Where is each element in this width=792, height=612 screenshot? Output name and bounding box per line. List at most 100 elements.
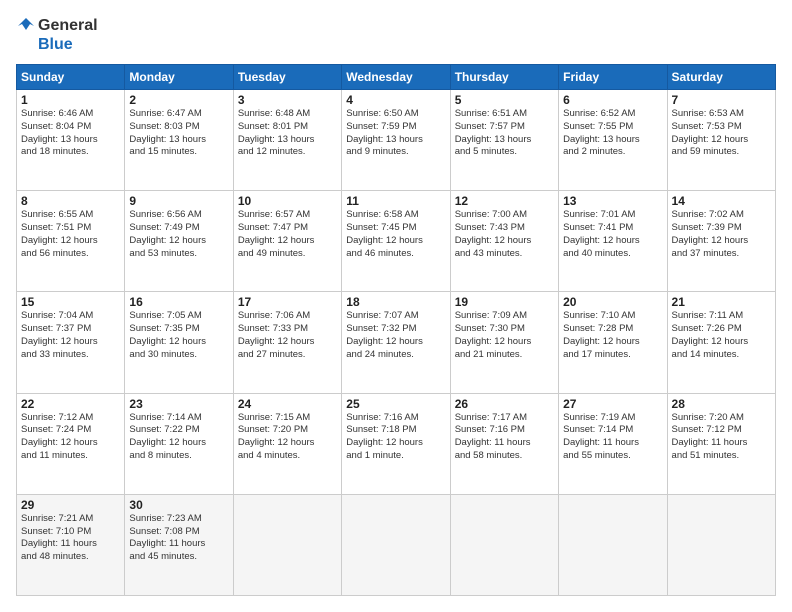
calendar-week-3: 15Sunrise: 7:04 AMSunset: 7:37 PMDayligh…	[17, 292, 776, 393]
day-info: Sunrise: 7:20 AMSunset: 7:12 PMDaylight:…	[672, 412, 771, 463]
table-row: 2Sunrise: 6:47 AMSunset: 8:03 PMDaylight…	[125, 90, 233, 191]
table-row: 1Sunrise: 6:46 AMSunset: 8:04 PMDaylight…	[17, 90, 125, 191]
day-number: 22	[21, 397, 120, 411]
table-row: 21Sunrise: 7:11 AMSunset: 7:26 PMDayligh…	[667, 292, 775, 393]
day-info: Sunrise: 6:52 AMSunset: 7:55 PMDaylight:…	[563, 108, 662, 159]
day-number: 29	[21, 498, 120, 512]
day-number: 20	[563, 295, 662, 309]
table-row: 6Sunrise: 6:52 AMSunset: 7:55 PMDaylight…	[559, 90, 667, 191]
day-info: Sunrise: 7:16 AMSunset: 7:18 PMDaylight:…	[346, 412, 445, 463]
table-row: 8Sunrise: 6:55 AMSunset: 7:51 PMDaylight…	[17, 191, 125, 292]
day-number: 16	[129, 295, 228, 309]
table-row: 10Sunrise: 6:57 AMSunset: 7:47 PMDayligh…	[233, 191, 341, 292]
day-info: Sunrise: 7:02 AMSunset: 7:39 PMDaylight:…	[672, 209, 771, 260]
table-row: 26Sunrise: 7:17 AMSunset: 7:16 PMDayligh…	[450, 393, 558, 494]
day-info: Sunrise: 7:21 AMSunset: 7:10 PMDaylight:…	[21, 513, 120, 564]
day-info: Sunrise: 7:15 AMSunset: 7:20 PMDaylight:…	[238, 412, 337, 463]
header-saturday: Saturday	[667, 65, 775, 90]
day-number: 4	[346, 93, 445, 107]
day-number: 17	[238, 295, 337, 309]
header-wednesday: Wednesday	[342, 65, 450, 90]
table-row: 19Sunrise: 7:09 AMSunset: 7:30 PMDayligh…	[450, 292, 558, 393]
day-info: Sunrise: 6:50 AMSunset: 7:59 PMDaylight:…	[346, 108, 445, 159]
day-number: 18	[346, 295, 445, 309]
header-thursday: Thursday	[450, 65, 558, 90]
day-number: 23	[129, 397, 228, 411]
table-row: 17Sunrise: 7:06 AMSunset: 7:33 PMDayligh…	[233, 292, 341, 393]
logo-bird-icon	[16, 16, 36, 36]
day-info: Sunrise: 7:11 AMSunset: 7:26 PMDaylight:…	[672, 310, 771, 361]
calendar: Sunday Monday Tuesday Wednesday Thursday…	[16, 64, 776, 596]
calendar-week-4: 22Sunrise: 7:12 AMSunset: 7:24 PMDayligh…	[17, 393, 776, 494]
day-info: Sunrise: 7:07 AMSunset: 7:32 PMDaylight:…	[346, 310, 445, 361]
logo: General Blue	[16, 16, 98, 54]
table-row: 13Sunrise: 7:01 AMSunset: 7:41 PMDayligh…	[559, 191, 667, 292]
day-number: 3	[238, 93, 337, 107]
day-info: Sunrise: 6:58 AMSunset: 7:45 PMDaylight:…	[346, 209, 445, 260]
day-number: 28	[672, 397, 771, 411]
table-row: 9Sunrise: 6:56 AMSunset: 7:49 PMDaylight…	[125, 191, 233, 292]
day-number: 10	[238, 194, 337, 208]
table-row: 12Sunrise: 7:00 AMSunset: 7:43 PMDayligh…	[450, 191, 558, 292]
table-row: 3Sunrise: 6:48 AMSunset: 8:01 PMDaylight…	[233, 90, 341, 191]
day-number: 6	[563, 93, 662, 107]
day-number: 15	[21, 295, 120, 309]
day-number: 13	[563, 194, 662, 208]
day-number: 1	[21, 93, 120, 107]
header-sunday: Sunday	[17, 65, 125, 90]
day-number: 25	[346, 397, 445, 411]
day-number: 24	[238, 397, 337, 411]
day-info: Sunrise: 7:06 AMSunset: 7:33 PMDaylight:…	[238, 310, 337, 361]
logo-blue: Blue	[38, 36, 73, 54]
day-info: Sunrise: 7:19 AMSunset: 7:14 PMDaylight:…	[563, 412, 662, 463]
calendar-week-1: 1Sunrise: 6:46 AMSunset: 8:04 PMDaylight…	[17, 90, 776, 191]
day-info: Sunrise: 6:47 AMSunset: 8:03 PMDaylight:…	[129, 108, 228, 159]
table-row	[233, 494, 341, 595]
day-number: 12	[455, 194, 554, 208]
day-info: Sunrise: 6:51 AMSunset: 7:57 PMDaylight:…	[455, 108, 554, 159]
table-row: 22Sunrise: 7:12 AMSunset: 7:24 PMDayligh…	[17, 393, 125, 494]
day-info: Sunrise: 7:12 AMSunset: 7:24 PMDaylight:…	[21, 412, 120, 463]
day-number: 8	[21, 194, 120, 208]
day-info: Sunrise: 7:09 AMSunset: 7:30 PMDaylight:…	[455, 310, 554, 361]
table-row: 24Sunrise: 7:15 AMSunset: 7:20 PMDayligh…	[233, 393, 341, 494]
day-number: 9	[129, 194, 228, 208]
day-number: 27	[563, 397, 662, 411]
day-info: Sunrise: 7:05 AMSunset: 7:35 PMDaylight:…	[129, 310, 228, 361]
day-number: 14	[672, 194, 771, 208]
header-friday: Friday	[559, 65, 667, 90]
table-row	[559, 494, 667, 595]
table-row: 14Sunrise: 7:02 AMSunset: 7:39 PMDayligh…	[667, 191, 775, 292]
table-row: 25Sunrise: 7:16 AMSunset: 7:18 PMDayligh…	[342, 393, 450, 494]
table-row: 16Sunrise: 7:05 AMSunset: 7:35 PMDayligh…	[125, 292, 233, 393]
day-info: Sunrise: 7:00 AMSunset: 7:43 PMDaylight:…	[455, 209, 554, 260]
table-row: 7Sunrise: 6:53 AMSunset: 7:53 PMDaylight…	[667, 90, 775, 191]
day-number: 11	[346, 194, 445, 208]
day-number: 7	[672, 93, 771, 107]
table-row	[342, 494, 450, 595]
day-number: 5	[455, 93, 554, 107]
table-row: 20Sunrise: 7:10 AMSunset: 7:28 PMDayligh…	[559, 292, 667, 393]
table-row: 29Sunrise: 7:21 AMSunset: 7:10 PMDayligh…	[17, 494, 125, 595]
day-info: Sunrise: 6:55 AMSunset: 7:51 PMDaylight:…	[21, 209, 120, 260]
table-row	[450, 494, 558, 595]
days-header-row: Sunday Monday Tuesday Wednesday Thursday…	[17, 65, 776, 90]
table-row	[667, 494, 775, 595]
table-row: 4Sunrise: 6:50 AMSunset: 7:59 PMDaylight…	[342, 90, 450, 191]
table-row: 15Sunrise: 7:04 AMSunset: 7:37 PMDayligh…	[17, 292, 125, 393]
day-info: Sunrise: 7:14 AMSunset: 7:22 PMDaylight:…	[129, 412, 228, 463]
day-number: 19	[455, 295, 554, 309]
day-info: Sunrise: 7:10 AMSunset: 7:28 PMDaylight:…	[563, 310, 662, 361]
day-info: Sunrise: 7:04 AMSunset: 7:37 PMDaylight:…	[21, 310, 120, 361]
table-row: 27Sunrise: 7:19 AMSunset: 7:14 PMDayligh…	[559, 393, 667, 494]
header-monday: Monday	[125, 65, 233, 90]
calendar-body: 1Sunrise: 6:46 AMSunset: 8:04 PMDaylight…	[17, 90, 776, 596]
calendar-week-2: 8Sunrise: 6:55 AMSunset: 7:51 PMDaylight…	[17, 191, 776, 292]
calendar-week-5: 29Sunrise: 7:21 AMSunset: 7:10 PMDayligh…	[17, 494, 776, 595]
day-info: Sunrise: 7:01 AMSunset: 7:41 PMDaylight:…	[563, 209, 662, 260]
day-info: Sunrise: 6:46 AMSunset: 8:04 PMDaylight:…	[21, 108, 120, 159]
day-info: Sunrise: 6:53 AMSunset: 7:53 PMDaylight:…	[672, 108, 771, 159]
day-number: 26	[455, 397, 554, 411]
day-number: 30	[129, 498, 228, 512]
table-row: 23Sunrise: 7:14 AMSunset: 7:22 PMDayligh…	[125, 393, 233, 494]
